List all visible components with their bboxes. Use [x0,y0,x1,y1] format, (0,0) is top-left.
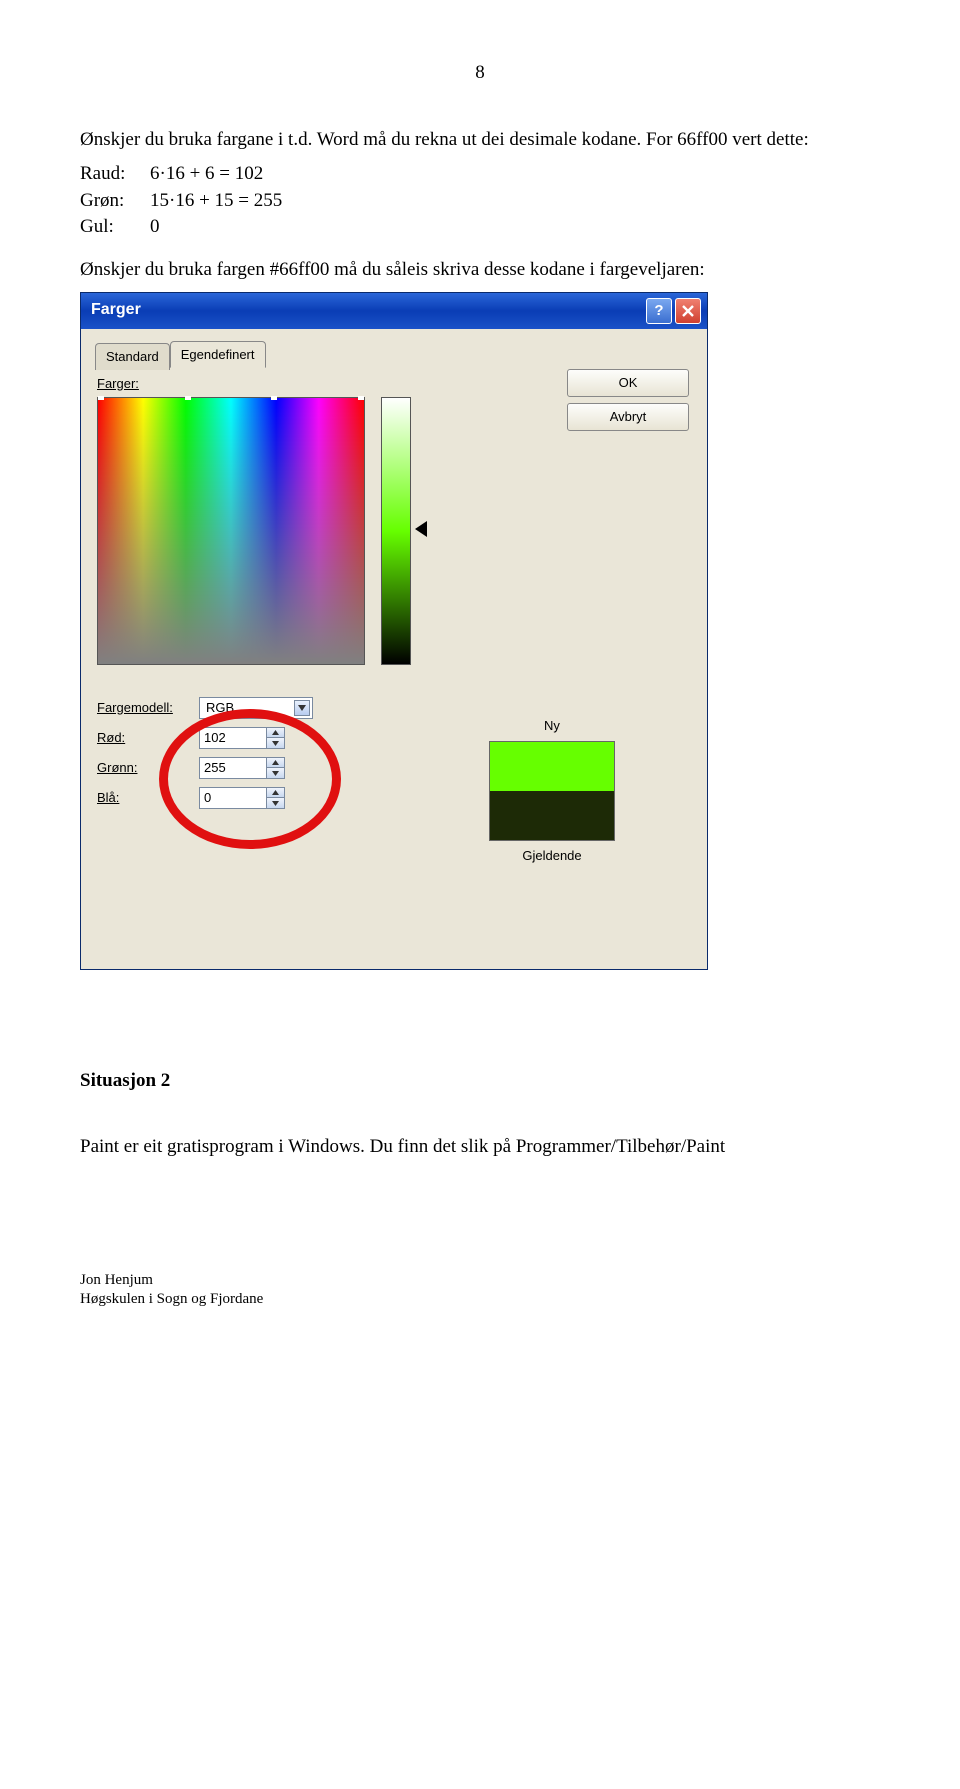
cancel-button[interactable]: Avbryt [567,403,689,431]
fargemodell-select[interactable]: RGB [199,697,313,719]
gronn-spinner[interactable] [267,757,285,779]
close-icon [681,304,695,318]
chevron-down-icon [294,700,310,716]
gronn-label: Grønn: [97,759,199,777]
footer-institution: Høgskulen i Sogn og Fjordane [80,1290,880,1310]
gjeldende-label: Gjeldende [489,847,615,865]
footer: Jon Henjum Høgskulen i Sogn og Fjordane [80,1271,880,1310]
gron-label: Grøn: [80,188,150,215]
color-dialog: Farger ? Standard Egendefinert Farger: [80,292,708,970]
chevron-down-icon[interactable] [267,738,284,748]
followup-paragraph: Ønskjer du bruka fargen #66ff00 må du så… [80,257,880,284]
bla-input[interactable] [199,787,267,809]
raud-label: Raud: [80,161,150,188]
rod-input[interactable] [199,727,267,749]
page-number: 8 [80,60,880,87]
intro-paragraph: Ønskjer du bruka fargane i t.d. Word må … [80,127,880,154]
help-button[interactable]: ? [646,298,672,324]
rod-spinner[interactable] [267,727,285,749]
tab-egendefinert[interactable]: Egendefinert [170,341,266,368]
raud-value: 6·16 + 6 = 102 [150,161,263,188]
chevron-down-icon[interactable] [267,768,284,778]
luminance-slider[interactable] [381,397,411,665]
chevron-up-icon[interactable] [267,728,284,739]
ok-button[interactable]: OK [567,369,689,397]
ny-label: Ny [489,717,615,735]
new-color-swatch [490,742,614,791]
chevron-up-icon[interactable] [267,758,284,769]
dialog-title: Farger [91,299,643,321]
gul-value: 0 [150,214,160,241]
bla-spinner[interactable] [267,787,285,809]
gul-label: Gul: [80,214,150,241]
gron-value: 15·16 + 15 = 255 [150,188,282,215]
tab-strip: Standard Egendefinert [95,341,693,368]
close-button[interactable] [675,298,701,324]
fargemodell-value: RGB [206,699,234,717]
situation-text: Paint er eit gratisprogram i Windows. Du… [80,1134,880,1161]
current-color-swatch [490,791,614,840]
titlebar: Farger ? [81,293,707,329]
calc-block: Raud: 6·16 + 6 = 102 Grøn: 15·16 + 15 = … [80,161,880,241]
color-preview: Ny Gjeldende [489,717,615,865]
footer-author: Jon Henjum [80,1271,880,1291]
gronn-input[interactable] [199,757,267,779]
color-field[interactable] [97,397,365,665]
chevron-down-icon[interactable] [267,798,284,808]
triangle-left-icon[interactable] [415,521,427,537]
tab-standard[interactable]: Standard [95,343,170,370]
chevron-up-icon[interactable] [267,788,284,799]
fargemodell-label: Fargemodell: [97,699,199,717]
rod-label: Rød: [97,729,199,747]
situation-heading: Situasjon 2 [80,1068,880,1095]
bla-label: Blå: [97,789,199,807]
